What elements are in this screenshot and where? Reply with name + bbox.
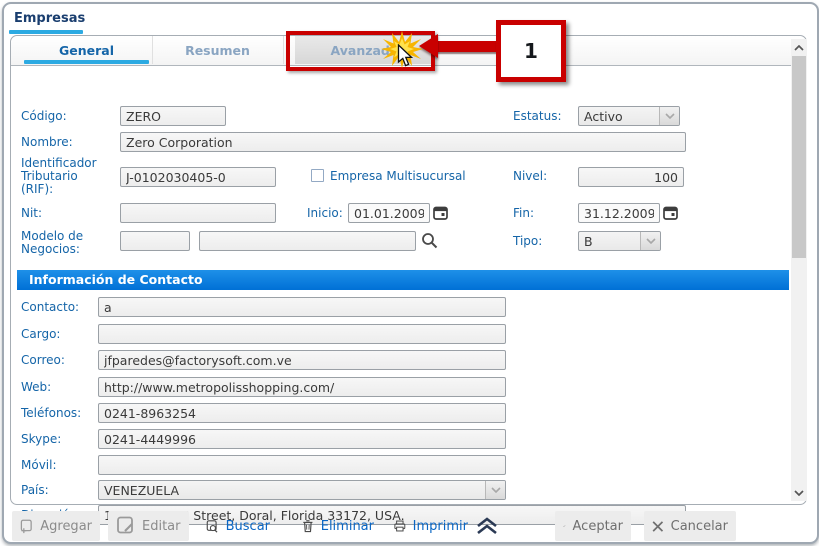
cancelar-label: Cancelar — [670, 518, 728, 534]
add-icon — [20, 519, 32, 533]
eliminar-button[interactable]: Eliminar — [294, 511, 382, 541]
check-icon — [563, 525, 566, 528]
calendar-icon[interactable] — [663, 205, 678, 220]
fin-label: Fin: — [513, 206, 535, 220]
chevron-down-icon — [794, 489, 804, 496]
scroll-up-button[interactable] — [791, 39, 807, 56]
tab-resumen[interactable]: Resumen — [152, 36, 284, 64]
trash-icon — [303, 520, 313, 533]
modelo-code-input[interactable] — [120, 231, 190, 251]
skype-label: Skype: — [21, 432, 62, 446]
rif-input[interactable] — [120, 167, 276, 187]
tab-general[interactable]: General — [21, 36, 153, 64]
tipo-select[interactable]: B — [578, 231, 661, 251]
edit-icon — [117, 516, 133, 533]
callout-step-number: 1 — [496, 20, 566, 82]
modelo-name-input[interactable] — [199, 231, 416, 251]
cargo-label: Cargo: — [21, 327, 61, 341]
aceptar-label: Aceptar — [572, 518, 623, 534]
cargo-input[interactable] — [98, 324, 506, 344]
nombre-label: Nombre: — [21, 135, 73, 149]
nit-input[interactable] — [120, 203, 276, 223]
calendar-icon[interactable] — [433, 205, 448, 220]
callout-arrow — [437, 41, 497, 52]
pais-value: VENEZUELA — [104, 483, 180, 498]
aceptar-button[interactable]: Aceptar — [555, 511, 631, 541]
nombre-input[interactable] — [120, 132, 686, 152]
vertical-scrollbar[interactable] — [791, 39, 807, 501]
general-tab-content: Código: Estatus: Activo Nombre: Identifi… — [11, 65, 806, 525]
inicio-input[interactable] — [348, 203, 430, 223]
scroll-down-button[interactable] — [791, 484, 807, 501]
tab-general-label: General — [59, 42, 114, 58]
estatus-label: Estatus: — [513, 109, 562, 123]
tipo-label: Tipo: — [513, 234, 543, 248]
imprimir-label: Imprimir — [412, 518, 468, 534]
contact-section-header: Información de Contacto — [17, 270, 789, 290]
printer-icon — [394, 520, 406, 532]
fin-input[interactable] — [578, 203, 660, 223]
empresas-window: Empresas General Resumen Avanzado Código… — [2, 2, 819, 544]
imprimir-button[interactable]: Imprimir — [386, 511, 476, 541]
chevron-up-icon — [794, 44, 804, 51]
modelo-label: Modelo de Negocios: — [21, 229, 84, 256]
multisucursal-label: Empresa Multisucursal — [330, 169, 466, 183]
empresas-panel: General Resumen Avanzado Código: Estatus… — [10, 35, 807, 525]
tab-resumen-label: Resumen — [185, 42, 250, 58]
correo-input[interactable] — [98, 350, 506, 370]
rif-label: Identificador Tributario (RIF): — [21, 156, 97, 196]
page-title-underline — [9, 30, 83, 34]
collapse-toolbar-button[interactable] — [475, 511, 505, 541]
pais-select[interactable]: VENEZUELA — [98, 480, 506, 500]
eliminar-label: Eliminar — [320, 518, 374, 534]
nit-label: Nit: — [21, 206, 43, 220]
estatus-value: Activo — [584, 109, 623, 124]
telefonos-input[interactable] — [98, 403, 506, 423]
search-icon[interactable] — [421, 232, 438, 249]
buscar-label: Buscar — [225, 518, 270, 534]
web-input[interactable] — [98, 377, 506, 397]
telefonos-label: Teléfonos: — [21, 406, 82, 420]
editar-label: Editar — [142, 518, 181, 534]
close-icon — [652, 520, 664, 532]
agregar-label: Agregar — [40, 518, 92, 534]
estatus-select[interactable]: Activo — [578, 106, 680, 126]
correo-label: Correo: — [21, 353, 65, 367]
chevron-down-icon[interactable] — [640, 232, 660, 250]
tipo-value: B — [584, 234, 593, 249]
skype-input[interactable] — [98, 429, 506, 449]
chevron-double-up-icon — [477, 517, 497, 535]
scrollbar-thumb[interactable] — [792, 56, 806, 258]
pais-label: País: — [21, 483, 49, 497]
chevron-down-icon[interactable] — [485, 481, 505, 499]
nivel-input[interactable] — [578, 167, 684, 187]
page-title[interactable]: Empresas — [14, 11, 85, 26]
chevron-down-icon[interactable] — [659, 107, 679, 125]
multisucursal-checkbox[interactable] — [311, 169, 324, 182]
contacto-label: Contacto: — [21, 300, 80, 314]
web-label: Web: — [21, 380, 52, 394]
movil-label: Móvil: — [21, 458, 57, 472]
contacto-input[interactable] — [98, 297, 506, 317]
tab-general-indicator — [24, 60, 149, 64]
movil-input[interactable] — [98, 455, 506, 475]
cancelar-button[interactable]: Cancelar — [644, 511, 736, 541]
mouse-cursor-icon — [397, 44, 414, 68]
inicio-label: Inicio: — [307, 206, 343, 220]
codigo-label: Código: — [21, 109, 67, 123]
search-doc-icon — [206, 519, 218, 533]
editar-button[interactable]: Editar — [108, 511, 189, 541]
agregar-button[interactable]: Agregar — [12, 511, 100, 541]
buscar-button[interactable]: Buscar — [198, 511, 278, 541]
nivel-label: Nivel: — [513, 169, 548, 183]
codigo-input[interactable] — [120, 106, 226, 126]
